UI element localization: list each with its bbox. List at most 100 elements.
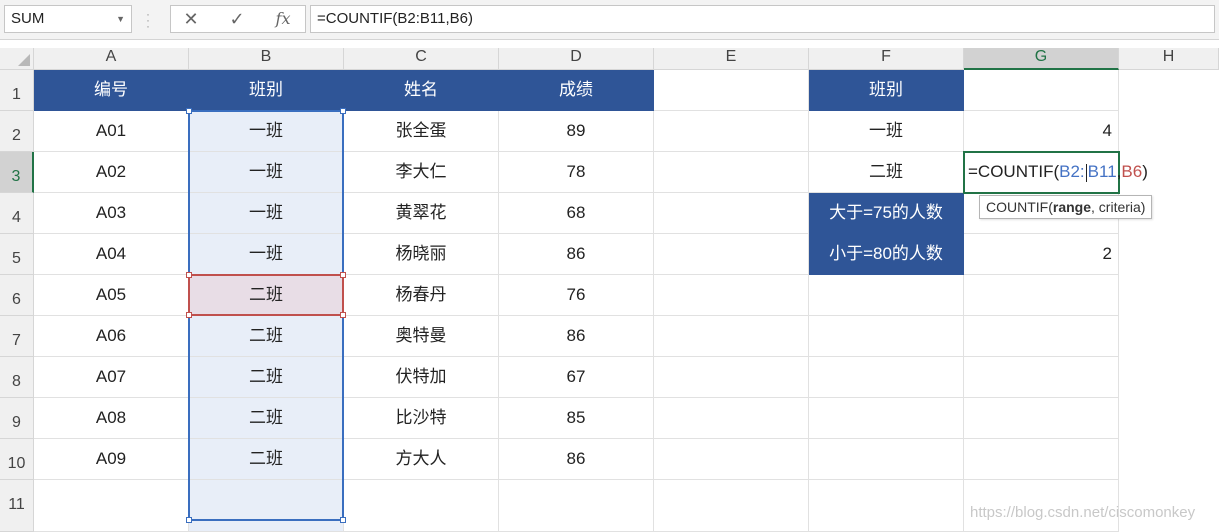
name-cell[interactable]: 杨晓丽 xyxy=(344,234,499,275)
summary-label[interactable]: 一班 xyxy=(809,111,964,152)
class-cell[interactable]: 二班 xyxy=(189,357,344,398)
name-cell[interactable]: 黄翠花 xyxy=(344,193,499,234)
id-cell[interactable] xyxy=(34,480,189,532)
cancel-icon[interactable]: ✕ xyxy=(179,8,203,30)
class-cell[interactable]: 一班 xyxy=(189,111,344,152)
summary-label[interactable]: 小于=80的人数 xyxy=(809,234,964,275)
row-header-4[interactable]: 4 xyxy=(0,193,34,234)
empty-cell-f[interactable] xyxy=(809,398,964,439)
id-cell[interactable]: A02 xyxy=(34,152,189,193)
empty-cell[interactable] xyxy=(654,316,809,357)
name-cell[interactable]: 比沙特 xyxy=(344,398,499,439)
id-cell[interactable]: A04 xyxy=(34,234,189,275)
summary-label[interactable]: 二班 xyxy=(809,152,964,193)
row-header-1[interactable]: 1 xyxy=(0,70,34,111)
score-cell[interactable]: 67 xyxy=(499,357,654,398)
drag-handle-icon[interactable]: · · · xyxy=(146,8,150,32)
name-cell[interactable]: 方大人 xyxy=(344,439,499,480)
empty-cell-g[interactable] xyxy=(964,439,1119,480)
formula-input[interactable]: =COUNTIF(B2:B11,B6) xyxy=(310,5,1215,33)
empty-cell[interactable] xyxy=(654,111,809,152)
header-cell-score[interactable]: 成绩 xyxy=(499,70,654,111)
name-cell[interactable]: 李大仁 xyxy=(344,152,499,193)
enter-icon[interactable]: ✓ xyxy=(225,8,249,30)
empty-cell-f[interactable] xyxy=(809,439,964,480)
id-cell[interactable]: A09 xyxy=(34,439,189,480)
id-cell[interactable]: A01 xyxy=(34,111,189,152)
summary-header[interactable]: 班别 xyxy=(809,70,964,111)
cell-e1[interactable] xyxy=(654,70,809,111)
header-cell-class[interactable]: 班别 xyxy=(189,70,344,111)
column-header-c[interactable]: C xyxy=(344,48,499,70)
column-header-b[interactable]: B xyxy=(189,48,344,70)
class-cell[interactable]: 二班 xyxy=(189,275,344,316)
id-cell[interactable]: A08 xyxy=(34,398,189,439)
column-header-a[interactable]: A xyxy=(34,48,189,70)
row-header-8[interactable]: 8 xyxy=(0,357,34,398)
empty-cell[interactable] xyxy=(654,480,809,532)
header-cell-name[interactable]: 姓名 xyxy=(344,70,499,111)
summary-value[interactable]: 2 xyxy=(964,234,1119,275)
empty-cell[interactable] xyxy=(654,439,809,480)
column-header-h[interactable]: H xyxy=(1119,48,1219,70)
chevron-down-icon[interactable]: ▼ xyxy=(116,6,125,32)
cell-edit-formula[interactable]: =COUNTIF(B2: B11,B6) xyxy=(968,152,1148,192)
column-header-g[interactable]: G xyxy=(964,48,1119,70)
empty-cell[interactable] xyxy=(654,193,809,234)
empty-cell-f[interactable] xyxy=(809,275,964,316)
score-cell[interactable]: 86 xyxy=(499,439,654,480)
header-cell-id[interactable]: 编号 xyxy=(34,70,189,111)
score-cell[interactable]: 86 xyxy=(499,316,654,357)
column-header-e[interactable]: E xyxy=(654,48,809,70)
row-header-7[interactable]: 7 xyxy=(0,316,34,357)
score-cell[interactable]: 68 xyxy=(499,193,654,234)
id-cell[interactable]: A05 xyxy=(34,275,189,316)
row-header-11[interactable]: 11 xyxy=(0,480,34,532)
id-cell[interactable]: A07 xyxy=(34,357,189,398)
id-cell[interactable]: A03 xyxy=(34,193,189,234)
score-cell[interactable] xyxy=(499,480,654,532)
empty-cell[interactable] xyxy=(654,357,809,398)
row-header-5[interactable]: 5 xyxy=(0,234,34,275)
row-header-2[interactable]: 2 xyxy=(0,111,34,152)
name-cell[interactable] xyxy=(344,480,499,532)
empty-cell-f[interactable] xyxy=(809,480,964,532)
insert-function-icon[interactable]: fx xyxy=(271,8,295,30)
summary-label[interactable]: 大于=75的人数 xyxy=(809,193,964,234)
function-tooltip[interactable]: COUNTIF(range, criteria) xyxy=(979,195,1153,219)
score-cell[interactable]: 78 xyxy=(499,152,654,193)
class-cell[interactable] xyxy=(189,480,344,532)
empty-cell-g[interactable] xyxy=(964,398,1119,439)
empty-cell[interactable] xyxy=(654,275,809,316)
row-header-9[interactable]: 9 xyxy=(0,398,34,439)
name-box[interactable]: SUM ▼ xyxy=(4,5,132,33)
empty-cell[interactable] xyxy=(654,398,809,439)
column-header-d[interactable]: D xyxy=(499,48,654,70)
empty-cell-g[interactable] xyxy=(964,316,1119,357)
name-cell[interactable]: 伏特加 xyxy=(344,357,499,398)
class-cell[interactable]: 二班 xyxy=(189,398,344,439)
score-cell[interactable]: 86 xyxy=(499,234,654,275)
row-header-6[interactable]: 6 xyxy=(0,275,34,316)
name-cell[interactable]: 张全蛋 xyxy=(344,111,499,152)
empty-cell[interactable] xyxy=(654,234,809,275)
empty-cell-f[interactable] xyxy=(809,357,964,398)
name-cell[interactable]: 杨春丹 xyxy=(344,275,499,316)
class-cell[interactable]: 二班 xyxy=(189,316,344,357)
empty-cell-g[interactable] xyxy=(964,357,1119,398)
score-cell[interactable]: 85 xyxy=(499,398,654,439)
empty-cell-f[interactable] xyxy=(809,316,964,357)
class-cell[interactable]: 二班 xyxy=(189,439,344,480)
empty-cell[interactable] xyxy=(654,152,809,193)
id-cell[interactable]: A06 xyxy=(34,316,189,357)
column-header-f[interactable]: F xyxy=(809,48,964,70)
name-cell[interactable]: 奥特曼 xyxy=(344,316,499,357)
class-cell[interactable]: 一班 xyxy=(189,193,344,234)
cell-g1[interactable] xyxy=(964,70,1119,111)
class-cell[interactable]: 一班 xyxy=(189,152,344,193)
row-header-10[interactable]: 10 xyxy=(0,439,34,480)
summary-value[interactable]: 4 xyxy=(964,111,1119,152)
empty-cell-g[interactable] xyxy=(964,275,1119,316)
class-cell[interactable]: 一班 xyxy=(189,234,344,275)
tooltip-arg-range[interactable]: range xyxy=(1053,199,1091,215)
